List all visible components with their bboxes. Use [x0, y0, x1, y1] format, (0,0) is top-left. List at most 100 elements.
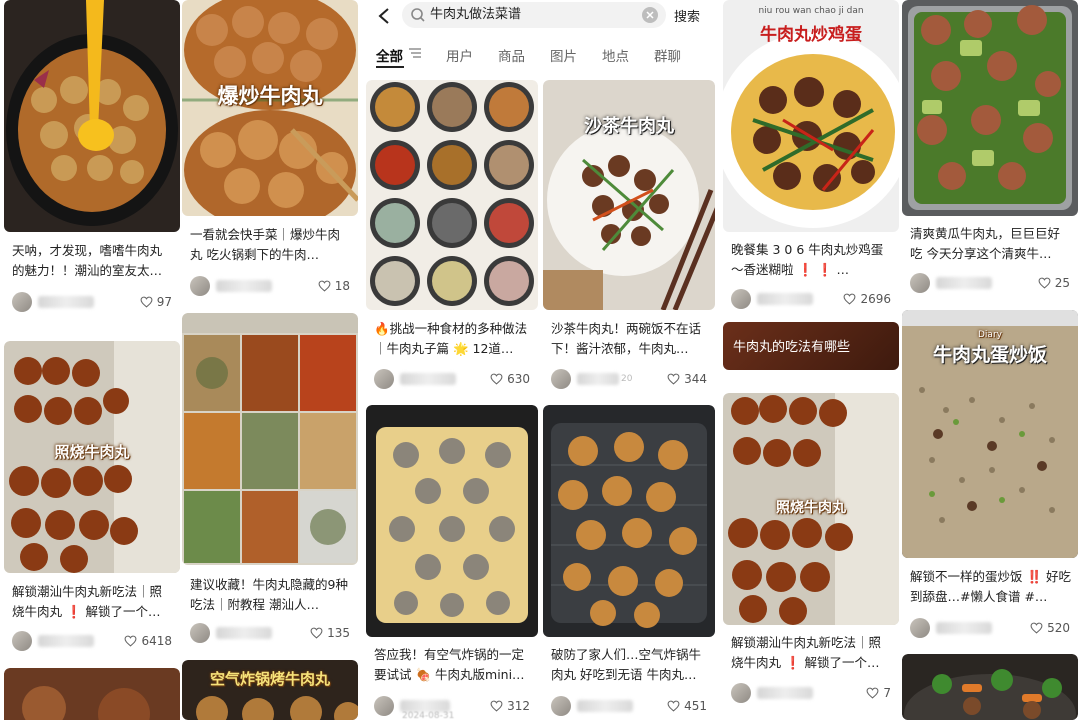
- note-card[interactable]: Diary 牛肉丸蛋炒饭 解锁不一样的蛋炒饭 ‼️ 好吃到舔盘…#懒人食谱 #……: [902, 310, 1078, 644]
- note-card[interactable]: 空气炸锅烤牛肉丸: [182, 660, 358, 720]
- post-date: 2024-08-31: [402, 711, 455, 720]
- tab-places[interactable]: 地点: [602, 45, 629, 65]
- image-overlay-title: 牛肉丸炒鸡蛋: [760, 25, 862, 45]
- like-button[interactable]: 97: [140, 295, 172, 309]
- note-card[interactable]: 破防了家人们…空气炸锅牛肉丸 好吃到无语 牛肉丸… 451: [543, 405, 715, 720]
- note-card[interactable]: 照烧牛肉丸 解锁潮汕牛肉丸新吃法｜照烧牛肉丸 ❗ 解锁了一个… 6418: [4, 341, 180, 657]
- username-blurred[interactable]: [38, 296, 94, 308]
- note-image: [182, 313, 358, 565]
- note-card[interactable]: 天呐，才发现，嗜嗜牛肉丸的魅力！！潮汕的室友太… 97: [4, 0, 180, 320]
- note-card[interactable]: 🔥挑战一种食材的多种做法｜牛肉丸子篇 🌟 12道… 630: [366, 80, 538, 396]
- image-overlay-title: 照烧牛肉丸: [776, 500, 846, 516]
- like-count: 97: [156, 295, 172, 309]
- note-card[interactable]: [4, 668, 180, 720]
- username-blurred[interactable]: [936, 622, 992, 634]
- username-blurred[interactable]: [577, 373, 619, 385]
- username-blurred[interactable]: [216, 280, 272, 292]
- avatar[interactable]: [731, 683, 751, 703]
- note-image: 照烧牛肉丸: [4, 341, 180, 573]
- related-search-chip[interactable]: 牛肉丸的吃法有哪些: [723, 322, 899, 370]
- avatar[interactable]: [551, 696, 571, 716]
- username-blurred[interactable]: [400, 373, 456, 385]
- back-arrow-icon: [378, 8, 389, 24]
- like-count: 520: [1047, 621, 1070, 635]
- tab-group-chats[interactable]: 群聊: [654, 45, 681, 65]
- back-button[interactable]: [372, 4, 396, 28]
- related-search-label: 牛肉丸的吃法有哪些: [733, 340, 851, 355]
- note-card[interactable]: 答应我！有空气炸锅的一定要试试 🍖 牛肉丸版mini… 312 2024-08-…: [366, 405, 538, 720]
- note-meta: 18: [190, 275, 350, 297]
- like-count: 630: [507, 372, 530, 386]
- note-title: 答应我！有空气炸锅的一定要试试 🍖 牛肉丸版mini…: [374, 647, 525, 682]
- username-blurred[interactable]: [757, 293, 813, 305]
- like-button[interactable]: 312: [490, 699, 530, 713]
- username-blurred[interactable]: [216, 627, 272, 639]
- note-meta: 7: [731, 682, 891, 704]
- heart-icon: [843, 293, 856, 305]
- note-image: [366, 80, 538, 310]
- avatar[interactable]: [910, 273, 930, 293]
- note-meta: 20 344: [551, 368, 707, 390]
- heart-icon: [490, 373, 503, 385]
- avatar[interactable]: [374, 696, 394, 716]
- avatar[interactable]: [551, 369, 571, 389]
- heart-icon: [490, 700, 503, 712]
- note-meta: 25: [910, 272, 1070, 294]
- note-image: 爆炒牛肉丸: [182, 0, 358, 216]
- like-button[interactable]: 2696: [843, 292, 891, 306]
- like-button[interactable]: 18: [318, 279, 350, 293]
- note-card[interactable]: 清爽黄瓜牛肉丸，巨巨巨好吃 今天分享这个清爽牛… 25: [902, 0, 1078, 300]
- avatar[interactable]: [374, 369, 394, 389]
- username-blurred[interactable]: [577, 700, 633, 712]
- username-blurred[interactable]: [936, 277, 992, 289]
- note-card[interactable]: 沙茶牛肉丸 沙茶牛肉丸！两碗饭不在话下！酱汁浓郁，牛肉丸… 20 344: [543, 80, 715, 396]
- like-button[interactable]: 135: [310, 626, 350, 640]
- avatar[interactable]: [190, 623, 210, 643]
- like-button[interactable]: 451: [667, 699, 707, 713]
- image-overlay-title: 牛肉丸蛋炒饭: [932, 344, 1047, 366]
- username-blurred[interactable]: [38, 635, 94, 647]
- like-count: 451: [684, 699, 707, 713]
- like-count: 2696: [860, 292, 891, 306]
- like-count: 25: [1054, 276, 1070, 290]
- avatar[interactable]: [190, 276, 210, 296]
- avatar[interactable]: [12, 292, 32, 312]
- note-title: 一看就会快手菜｜爆炒牛肉丸 吃火锅剩下的牛肉…: [190, 227, 341, 262]
- note-image: [902, 0, 1078, 216]
- avatar[interactable]: [12, 631, 32, 651]
- note-image: [902, 654, 1078, 720]
- avatar[interactable]: [731, 289, 751, 309]
- note-title: 晚餐集 3 0 6 牛肉丸炒鸡蛋～香迷糊啦 ❗ ❗ …: [731, 242, 884, 277]
- avatar[interactable]: [910, 618, 930, 638]
- like-button[interactable]: 25: [1038, 276, 1070, 290]
- tab-products[interactable]: 商品: [498, 45, 525, 65]
- note-card[interactable]: 照烧牛肉丸 解锁潮汕牛肉丸新吃法｜照烧牛肉丸 ❗ 解锁了一个… 7: [723, 393, 899, 711]
- like-button[interactable]: 7: [866, 686, 891, 700]
- search-input[interactable]: 牛肉丸做法菜谱: [402, 2, 666, 28]
- search-button[interactable]: 搜索: [674, 6, 700, 25]
- clear-search-button[interactable]: [642, 7, 658, 23]
- note-card[interactable]: 建议收藏！牛肉丸隐藏的9种吃法｜附教程 潮汕人… 135: [182, 313, 358, 651]
- note-card[interactable]: 爆炒牛肉丸 一看就会快手菜｜爆炒牛肉丸 吃火锅剩下的牛肉… 18: [182, 0, 358, 302]
- note-image: Diary 牛肉丸蛋炒饭: [902, 310, 1078, 558]
- note-title: 🔥挑战一种食材的多种做法｜牛肉丸子篇 🌟 12道…: [374, 321, 528, 356]
- image-overlay-title: 沙茶牛肉丸: [584, 116, 674, 137]
- like-count: 18: [334, 279, 350, 293]
- tab-users[interactable]: 用户: [446, 45, 473, 65]
- clear-icon: [646, 11, 654, 19]
- feed-column-5: niu rou wan chao ji dan 牛肉丸炒鸡蛋 晚餐集 3 0 6…: [723, 0, 899, 720]
- like-button[interactable]: 630: [490, 372, 530, 386]
- heart-icon: [667, 373, 680, 385]
- like-button[interactable]: 344: [667, 372, 707, 386]
- note-card[interactable]: [902, 654, 1078, 720]
- like-count: 6418: [141, 634, 172, 648]
- like-count: 312: [507, 699, 530, 713]
- like-button[interactable]: 6418: [124, 634, 172, 648]
- feed-column-6: 清爽黄瓜牛肉丸，巨巨巨好吃 今天分享这个清爽牛… 25 Diary 牛肉丸蛋炒饭…: [902, 0, 1078, 720]
- username-blurred[interactable]: [757, 687, 813, 699]
- filter-icon[interactable]: [408, 47, 422, 59]
- note-card[interactable]: niu rou wan chao ji dan 牛肉丸炒鸡蛋 晚餐集 3 0 6…: [723, 0, 899, 314]
- tab-images[interactable]: 图片: [550, 45, 577, 65]
- tab-all[interactable]: 全部: [376, 45, 403, 65]
- like-button[interactable]: 520: [1030, 621, 1070, 635]
